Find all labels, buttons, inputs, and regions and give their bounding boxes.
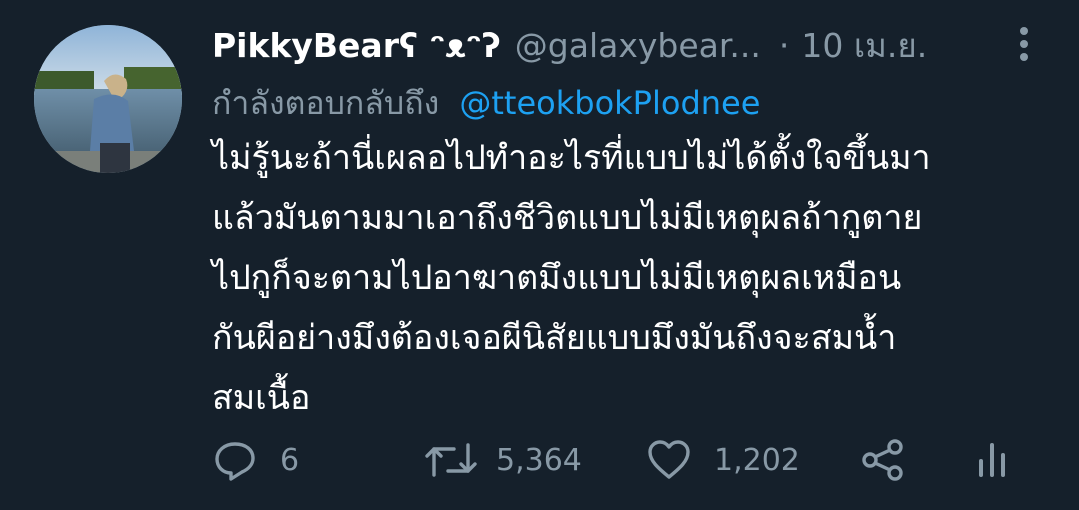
share-icon xyxy=(860,437,906,483)
retweet-count: 5,364 xyxy=(496,442,582,478)
tweet-timestamp[interactable]: 10 เม.ย. xyxy=(801,19,927,72)
like-button[interactable]: 1,202 xyxy=(646,432,800,488)
share-button[interactable] xyxy=(860,432,906,488)
tweet-text-line: สมเนื้อ xyxy=(212,378,311,418)
reply-button[interactable]: 6 xyxy=(212,432,299,488)
reply-icon xyxy=(212,437,258,483)
user-handle[interactable]: @galaxybear... xyxy=(515,26,761,65)
tweet[interactable]: PikkyBearʕ ᵔᴥᵔʔ @galaxybear... · 10 เม.ย… xyxy=(0,0,1079,510)
tweet-header: PikkyBearʕ ᵔᴥᵔʔ @galaxybear... · 10 เม.ย… xyxy=(212,22,1009,68)
tweet-text: ไม่รู้นะถ้านี่เผลอไปทำอะไรที่แบบไม่ได้ตั… xyxy=(212,128,1062,428)
replying-to: กำลังตอบกลับถึง @tteokbokPlodnee xyxy=(212,78,760,129)
avatar-image xyxy=(34,25,182,173)
tweet-text-line: ไปกูก็จะตามไปอาฆาตมึงแบบไม่มีเหตุผลเหมือ… xyxy=(212,258,902,298)
replying-to-label: กำลังตอบกลับถึง xyxy=(212,84,440,122)
heart-icon xyxy=(646,437,692,483)
separator-dot: · xyxy=(778,25,790,65)
tweet-text-line: แล้วมันตามมาเอาถึงชีวิตแบบไม่มีเหตุผลถ้า… xyxy=(212,198,923,238)
retweet-button[interactable]: 5,364 xyxy=(424,432,582,488)
action-bar: 6 5,364 1,202 xyxy=(212,432,1052,488)
reply-mention-link[interactable]: @tteokbokPlodnee xyxy=(459,84,760,122)
reply-count: 6 xyxy=(280,442,300,478)
more-vertical-icon[interactable] xyxy=(1010,24,1038,64)
avatar[interactable] xyxy=(34,25,182,173)
like-count: 1,202 xyxy=(714,442,800,478)
analytics-button[interactable] xyxy=(972,432,1012,488)
display-name[interactable]: PikkyBearʕ ᵔᴥᵔʔ xyxy=(212,26,501,65)
tweet-text-line: ไม่รู้นะถ้านี่เผลอไปทำอะไรที่แบบไม่ได้ตั… xyxy=(212,138,931,178)
retweet-icon xyxy=(424,437,478,483)
analytics-icon xyxy=(972,437,1012,483)
tweet-text-line: กันผีอย่างมึงต้องเจอผีนิสัยแบบมึงมันถึงจ… xyxy=(212,318,897,358)
